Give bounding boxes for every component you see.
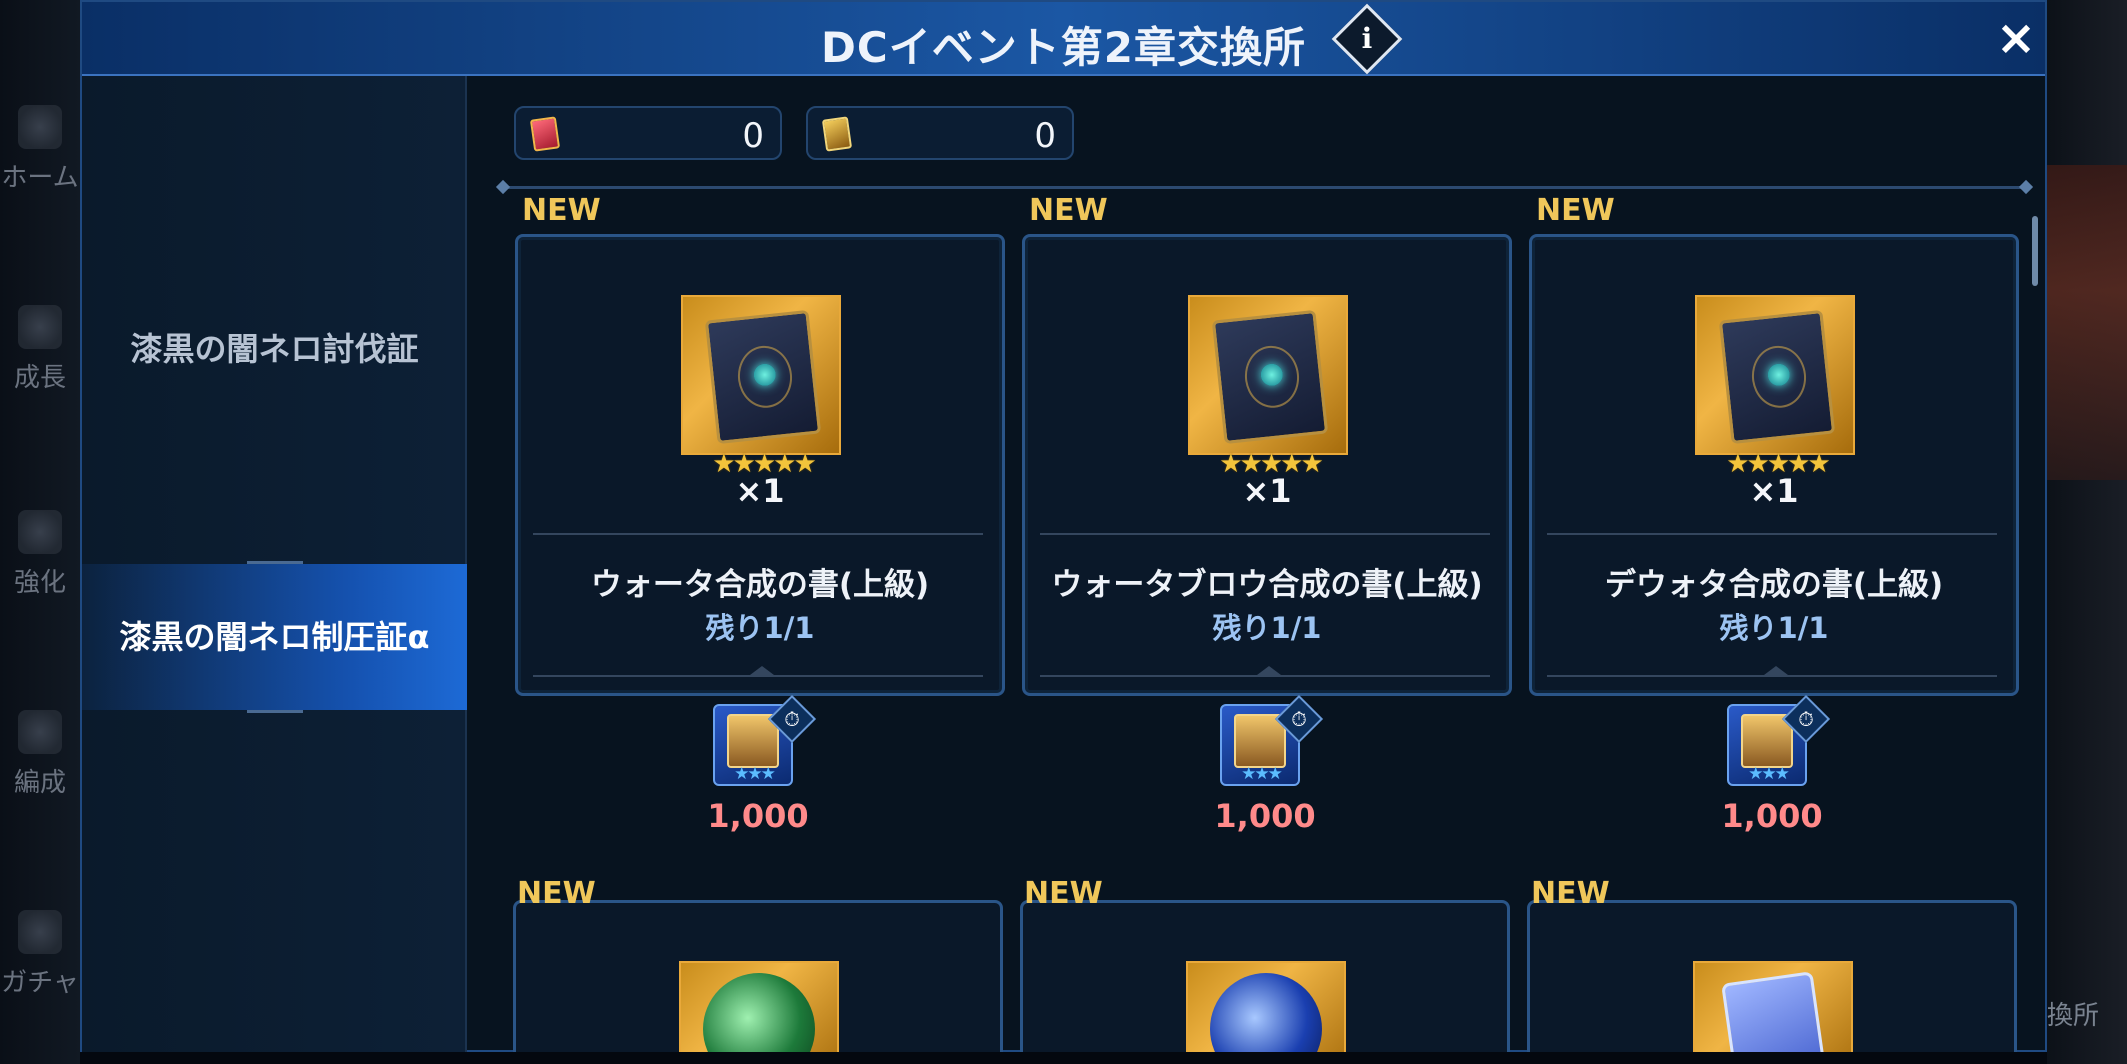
book-cover <box>704 309 822 445</box>
card-divider <box>533 666 983 677</box>
header-divider <box>502 186 2027 189</box>
new-badge: NEW <box>1536 193 1615 228</box>
currency-gold-ticket: 0 <box>806 106 1074 160</box>
close-button[interactable]: × <box>1992 14 2040 62</box>
item-remaining: 残り1/1 <box>1719 611 1829 645</box>
card-divider <box>1547 666 1997 677</box>
tab-tick-top <box>247 561 303 564</box>
background-right-label: 換所 <box>2047 1001 2100 1031</box>
modal-title: DCイベント第2章交換所 <box>821 23 1306 72</box>
book-cover <box>1718 309 1836 445</box>
background-right-panel: 換所 <box>2047 0 2127 1064</box>
currency-value: 0 <box>1034 116 1056 156</box>
party-icon <box>18 710 62 754</box>
item-quantity: ×1 <box>1242 472 1292 510</box>
tab-label: 漆黒の闇ネロ制圧証α <box>119 618 430 656</box>
currency-red-ticket: 0 <box>514 106 782 160</box>
enhance-icon <box>18 510 62 554</box>
gacha-icon <box>18 910 62 954</box>
book-icon <box>1695 295 1855 455</box>
card-divider <box>533 533 983 535</box>
book-icon <box>681 295 841 455</box>
currency-value: 0 <box>742 116 764 156</box>
shop-item-card[interactable]: NEW ★★★★★ ×1 ウォータ合成の書(上級) 残り1/1 <box>515 193 1005 696</box>
category-sidebar: 漆黒の闇ネロ討伐証 漆黒の闇ネロ制圧証α <box>82 76 467 1052</box>
item-name: ウォータブロウ合成の書(上級) <box>1051 567 1483 603</box>
tab-nero-suppression-proof-alpha[interactable]: 漆黒の闇ネロ制圧証α <box>82 561 467 713</box>
item-quantity: ×1 <box>1749 472 1799 510</box>
shop-item-card[interactable]: NEW ★★★★★ ×1 ウォータブロウ合成の書(上級) 残り1/1 <box>1022 193 1512 696</box>
gold-ticket-icon <box>821 116 853 152</box>
item-name: ウォータ合成の書(上級) <box>590 567 930 603</box>
shop-item-card[interactable]: NEW ★★★★★ ×1 デウォタ合成の書(上級) 残り1/1 <box>1529 193 2019 696</box>
tab-nero-subjugation-proof[interactable]: 漆黒の闇ネロ討伐証 <box>82 276 467 422</box>
new-badge: NEW <box>1029 193 1108 228</box>
item-remaining: 残り1/1 <box>1212 611 1322 645</box>
tab-tick-bottom <box>247 710 303 713</box>
bg-nav-home: ホーム <box>0 105 80 194</box>
book-cover <box>1211 309 1329 445</box>
item-name: デウォタ合成の書(上級) <box>1604 567 1944 603</box>
growth-icon <box>18 305 62 349</box>
new-badge: NEW <box>522 193 601 228</box>
background-character-art <box>2047 165 2127 480</box>
bg-nav-enhance: 強化 <box>0 510 80 599</box>
book-icon <box>1188 295 1348 455</box>
tab-label: 漆黒の闇ネロ討伐証 <box>130 330 419 368</box>
item-remaining: 残り1/1 <box>705 611 815 645</box>
bg-nav-gacha: ガチャ <box>0 910 80 999</box>
scrollbar[interactable] <box>2032 216 2038 286</box>
title-bar: DCイベント第2章交換所 i × <box>82 2 2045 76</box>
card-divider <box>1040 533 1490 535</box>
exchange-modal: DCイベント第2章交換所 i × 漆黒の闇ネロ討伐証 漆黒の闇ネロ制圧証α 0 … <box>80 0 2047 1052</box>
background-nav: ホーム 成長 強化 編成 ガチャ <box>0 0 80 1064</box>
card-divider <box>1547 533 1997 535</box>
bg-nav-growth: 成長 <box>0 305 80 394</box>
bg-nav-party: 編成 <box>0 710 80 799</box>
red-ticket-icon <box>529 116 561 152</box>
home-icon <box>18 105 62 149</box>
card-divider <box>1040 666 1490 677</box>
item-quantity: ×1 <box>735 472 785 510</box>
